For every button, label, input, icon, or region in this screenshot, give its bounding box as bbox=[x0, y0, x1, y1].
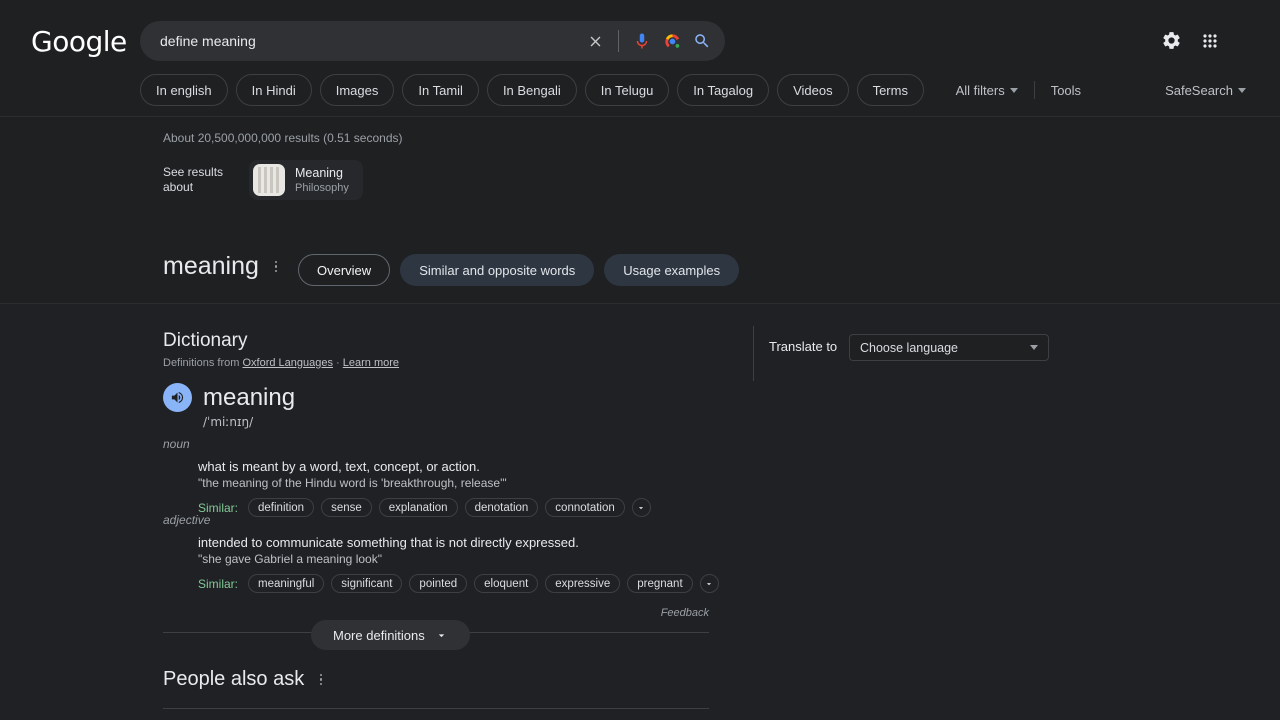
tab-usage-examples[interactable]: Usage examples bbox=[604, 254, 740, 286]
page-title: meaning bbox=[163, 252, 259, 280]
dictionary-phonetic: /ˈmiːnɪŋ/ bbox=[203, 415, 254, 429]
section-divider bbox=[0, 303, 1280, 304]
search-divider bbox=[618, 30, 619, 52]
definition-text: what is meant by a word, text, concept, … bbox=[198, 459, 480, 474]
tab-similar-and-opposite-words[interactable]: Similar and opposite words bbox=[400, 254, 595, 286]
chevron-down-icon bbox=[1030, 345, 1038, 350]
similar-word-pill[interactable]: explanation bbox=[378, 498, 458, 517]
definition-text: intended to communicate something that i… bbox=[198, 535, 579, 550]
similar-word-pill[interactable]: connotation bbox=[545, 498, 625, 517]
google-logo[interactable]: Google bbox=[31, 25, 127, 58]
similar-word-pill[interactable]: definition bbox=[248, 498, 315, 517]
similar-word-pill[interactable]: eloquent bbox=[474, 574, 539, 593]
expand-similar-noun-chevron-down-icon[interactable] bbox=[631, 498, 651, 517]
similar-word-pill[interactable]: pregnant bbox=[627, 574, 693, 593]
language-select-value: Choose language bbox=[860, 340, 958, 355]
learn-more-link[interactable]: Learn more bbox=[343, 357, 399, 369]
similar-word-pill[interactable]: meaningful bbox=[248, 574, 325, 593]
dictionary-headword: meaning bbox=[203, 384, 296, 411]
microphone-icon[interactable] bbox=[627, 26, 657, 56]
apps-grid-icon[interactable] bbox=[1200, 31, 1220, 51]
definition-block-noun: what is meant by a word, text, concept, … bbox=[198, 458, 651, 517]
part-of-speech-adjective: adjective bbox=[163, 513, 211, 527]
dictionary-source-prefix: Definitions from bbox=[163, 357, 243, 369]
filter-chip-images[interactable]: Images bbox=[319, 74, 395, 106]
more-definitions-button[interactable]: More definitions bbox=[311, 620, 470, 650]
tools-divider bbox=[1033, 81, 1035, 99]
entity-title: Meaning bbox=[295, 165, 343, 180]
entity-card-meaning[interactable]: Meaning Philosophy bbox=[249, 160, 363, 200]
chevron-down-icon bbox=[1009, 87, 1018, 93]
safesearch-label: SafeSearch bbox=[1165, 82, 1233, 98]
expand-similar-adjective-chevron-down-icon[interactable] bbox=[699, 574, 719, 593]
search-bar bbox=[140, 21, 725, 61]
people-also-ask-divider bbox=[163, 708, 709, 709]
translate-panel-divider bbox=[753, 326, 754, 381]
people-also-ask-label: People also ask bbox=[163, 668, 305, 690]
dictionary-source-separator: · bbox=[333, 357, 343, 369]
word-tab-row: Overview Similar and opposite words Usag… bbox=[298, 254, 740, 286]
part-of-speech-noun: noun bbox=[163, 437, 190, 451]
similar-label: Similar: bbox=[198, 576, 239, 591]
filter-chip-in-tamil[interactable]: In Tamil bbox=[402, 74, 479, 106]
word-options-kebab-icon[interactable] bbox=[267, 260, 285, 273]
chevron-down-icon bbox=[1238, 87, 1246, 93]
gear-icon[interactable] bbox=[1161, 30, 1182, 51]
page-header: Google define meaning In english In Hind… bbox=[0, 0, 1280, 117]
feedback-link[interactable]: Feedback bbox=[661, 607, 709, 619]
dictionary-source: Definitions from Oxford Languages · Lear… bbox=[163, 357, 399, 369]
tools-label: Tools bbox=[1050, 82, 1082, 98]
more-definitions-label: More definitions bbox=[333, 627, 425, 643]
filter-chip-in-english[interactable]: In english bbox=[140, 74, 228, 106]
all-filters-button[interactable]: All filters bbox=[944, 83, 1030, 98]
people-also-ask-kebab-icon[interactable] bbox=[312, 673, 330, 686]
tools-row: All filters Tools SafeSearch bbox=[944, 74, 1258, 106]
close-icon[interactable] bbox=[580, 26, 610, 56]
tools-button[interactable]: Tools bbox=[1039, 83, 1093, 98]
header-icon-group bbox=[1161, 30, 1220, 51]
filter-chip-in-tagalog[interactable]: In Tagalog bbox=[677, 74, 770, 106]
tab-overview[interactable]: Overview bbox=[298, 254, 391, 286]
filter-chip-videos[interactable]: Videos bbox=[777, 74, 849, 106]
speaker-icon[interactable] bbox=[163, 383, 192, 412]
filter-chip-in-hindi[interactable]: In Hindi bbox=[235, 74, 312, 106]
oxford-languages-link[interactable]: Oxford Languages bbox=[242, 357, 333, 369]
similar-words-row-noun: Similar: definition sense explanation de… bbox=[198, 498, 651, 517]
safesearch-button[interactable]: SafeSearch bbox=[1153, 83, 1258, 98]
similar-word-pill[interactable]: expressive bbox=[545, 574, 621, 593]
filter-chip-row: In english In Hindi Images In Tamil In B… bbox=[140, 74, 924, 106]
results-count: About 20,500,000,000 results (0.51 secon… bbox=[163, 131, 403, 145]
definition-example: "she gave Gabriel a meaning look" bbox=[198, 552, 382, 566]
word-header: meaning bbox=[163, 252, 285, 281]
filter-chip-in-telugu[interactable]: In Telugu bbox=[584, 74, 670, 106]
filter-chip-terms[interactable]: Terms bbox=[856, 74, 924, 106]
search-input[interactable] bbox=[140, 32, 580, 50]
filter-chip-in-bengali[interactable]: In Bengali bbox=[486, 74, 577, 106]
similar-words-row-adjective: Similar: meaningful significant pointed … bbox=[198, 574, 719, 593]
more-definitions-section: More definitions bbox=[163, 620, 709, 652]
similar-word-pill[interactable]: sense bbox=[321, 498, 372, 517]
entity-thumbnail-image bbox=[253, 164, 285, 196]
google-lens-icon[interactable] bbox=[657, 26, 687, 56]
chevron-down-icon bbox=[435, 629, 448, 642]
people-also-ask-heading: People also ask bbox=[163, 668, 330, 691]
all-filters-label: All filters bbox=[955, 82, 1005, 98]
similar-word-pill[interactable]: significant bbox=[331, 574, 403, 593]
search-icon[interactable] bbox=[687, 26, 717, 56]
similar-word-pill[interactable]: denotation bbox=[464, 498, 539, 517]
definition-block-adjective: intended to communicate something that i… bbox=[198, 534, 719, 593]
see-results-about-label: See results about bbox=[163, 165, 224, 194]
see-results-about: See results about Meaning Philosophy bbox=[163, 160, 363, 200]
language-select[interactable]: Choose language bbox=[849, 334, 1049, 361]
dictionary-heading: Dictionary bbox=[163, 330, 248, 351]
entity-subtitle: Philosophy bbox=[295, 181, 349, 194]
similar-word-pill[interactable]: pointed bbox=[409, 574, 468, 593]
definition-example: "the meaning of the Hindu word is 'break… bbox=[198, 476, 507, 490]
translate-to-label: Translate to bbox=[769, 339, 838, 354]
